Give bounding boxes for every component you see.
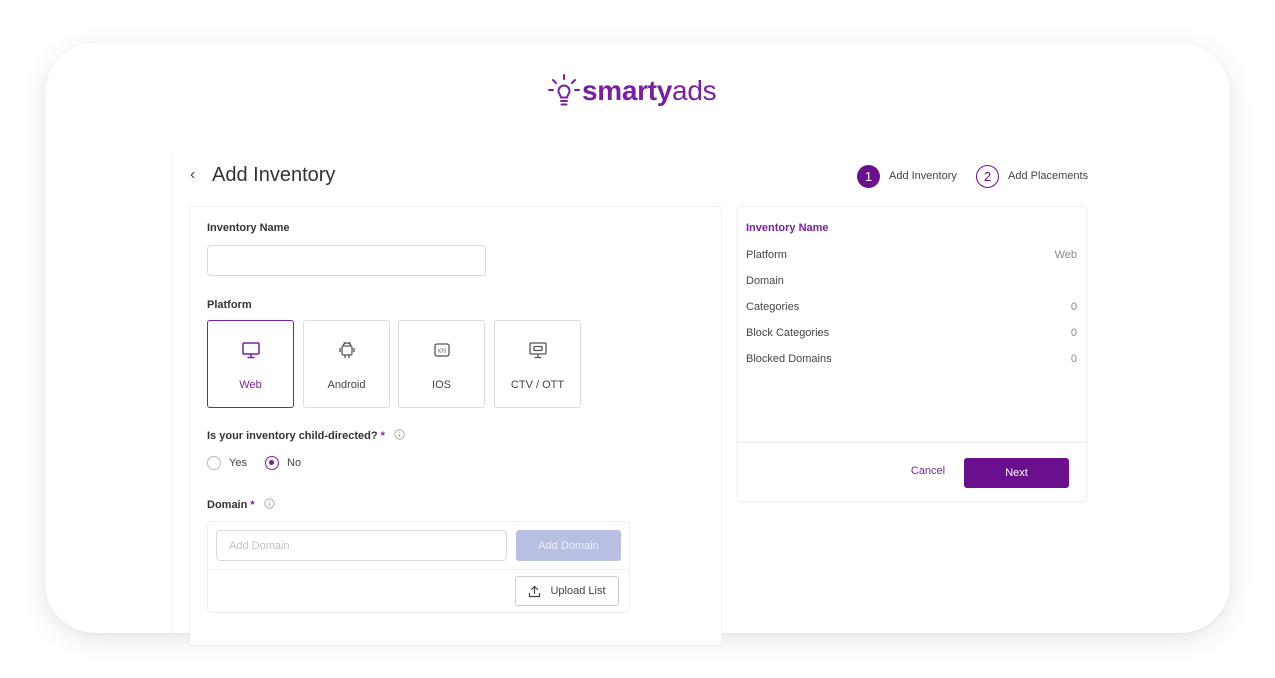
platform-option-android[interactable]: Android: [303, 320, 390, 408]
domain-divider: [207, 569, 630, 570]
step-label: Add Inventory: [889, 170, 957, 182]
summary-row-categories: Categories 0: [746, 301, 1077, 313]
step-add-placements: 2 Add Placements: [976, 164, 1088, 188]
summary-divider: [737, 442, 1087, 443]
step-add-inventory: 1 Add Inventory: [857, 164, 957, 188]
upload-list-label: Upload List: [550, 585, 606, 597]
ctv-icon: [529, 342, 547, 359]
summary-row-blocked-domains: Blocked Domains 0: [746, 353, 1077, 365]
child-directed-no[interactable]: No: [265, 456, 301, 470]
ios-icon: iOS: [434, 343, 450, 357]
left-divider: [172, 155, 173, 633]
platform-option-label: Web: [239, 379, 262, 391]
info-icon[interactable]: [394, 429, 405, 440]
platform-option-web[interactable]: Web: [207, 320, 294, 408]
page-title: Add Inventory: [212, 164, 336, 186]
child-directed-yes[interactable]: Yes: [207, 456, 247, 470]
platform-option-label: Android: [327, 379, 366, 391]
lightbulb-icon: [548, 74, 580, 106]
platform-option-label: CTV / OTT: [510, 379, 565, 391]
cancel-button[interactable]: Cancel: [904, 465, 952, 477]
svg-text:iOS: iOS: [438, 348, 447, 354]
platform-option-ctv-ott[interactable]: CTV / OTT: [494, 320, 581, 408]
monitor-icon: [242, 342, 260, 359]
platform-option-ios[interactable]: iOS IOS: [398, 320, 485, 408]
radio-button-selected[interactable]: [265, 456, 279, 470]
android-icon: [339, 341, 355, 358]
smartyads-logo: smartyads: [548, 74, 717, 108]
inventory-name-input[interactable]: [207, 245, 486, 276]
summary-row-platform: Platform Web: [746, 249, 1077, 261]
platform-label: Platform: [207, 299, 252, 311]
back-chevron-icon[interactable]: ‹: [190, 166, 195, 184]
summary-row-block-categories: Block Categories 0: [746, 327, 1077, 339]
radio-button[interactable]: [207, 456, 221, 470]
domain-label: Domain *: [207, 498, 275, 511]
logo-wordmark: smartyads: [582, 75, 717, 106]
upload-list-button[interactable]: Upload List: [515, 576, 619, 606]
radio-label: No: [287, 457, 302, 469]
platform-option-label: IOS: [432, 379, 451, 391]
step-number: 2: [976, 164, 999, 188]
summary-title: Inventory Name: [746, 222, 829, 234]
upload-icon: [529, 585, 541, 597]
inventory-name-label: Inventory Name: [207, 222, 290, 234]
info-icon[interactable]: [264, 498, 275, 509]
radio-label: Yes: [229, 457, 247, 469]
child-directed-label: Is your inventory child-directed? *: [207, 429, 405, 442]
next-button[interactable]: Next: [964, 458, 1069, 488]
step-label: Add Placements: [1008, 170, 1089, 182]
summary-row-domain: Domain: [746, 275, 784, 287]
add-domain-button[interactable]: Add Domain: [516, 530, 621, 561]
step-number: 1: [857, 164, 880, 188]
domain-input[interactable]: Add Domain: [216, 530, 507, 561]
